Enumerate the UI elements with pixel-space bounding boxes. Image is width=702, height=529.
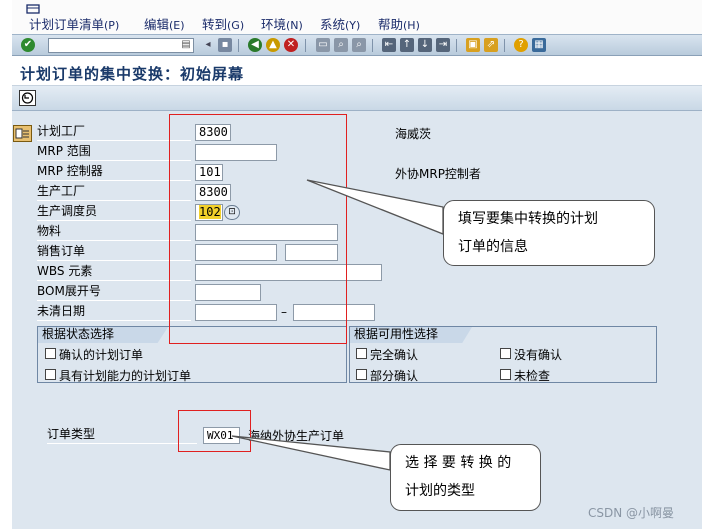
- callout-2-line-2: 计划的类型: [405, 483, 475, 499]
- callout-2-pointer: [231, 435, 391, 471]
- callout-fill-info: 填写要集中转换的计划 订单的信息: [443, 200, 655, 266]
- callout-2-line-1: 选 择 要 转 换 的: [405, 455, 512, 471]
- callout-select-type: 选 择 要 转 换 的 计划的类型: [390, 444, 541, 511]
- callout-1-pointer: [306, 179, 444, 235]
- callout-1-line-1: 填写要集中转换的计划: [458, 211, 598, 227]
- callout-1-line-2: 订单的信息: [458, 239, 528, 255]
- watermark: CSDN @小啊曼: [588, 506, 675, 520]
